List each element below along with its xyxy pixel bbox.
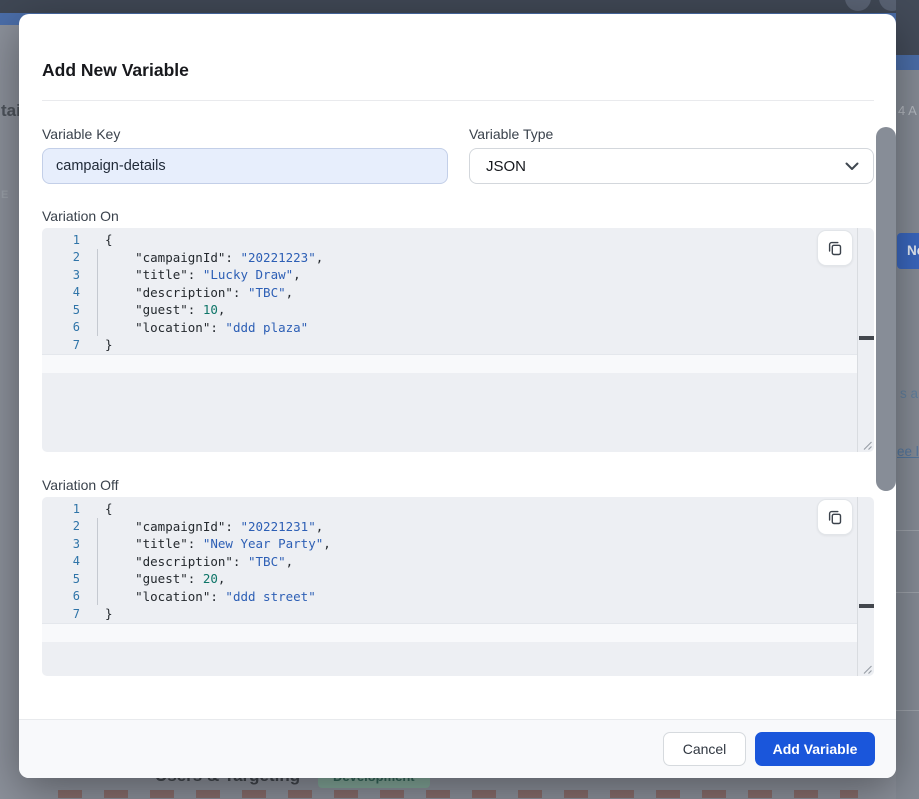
background-accent-strip-right xyxy=(896,55,919,70)
background-navbar-right xyxy=(896,0,919,55)
variable-key-input[interactable] xyxy=(42,148,448,184)
cancel-button[interactable]: Cancel xyxy=(663,732,746,766)
dialog-footer: Cancel Add Variable xyxy=(19,719,896,778)
resize-handle-icon[interactable] xyxy=(860,438,873,451)
editor-hscroll-area xyxy=(42,354,857,373)
line-number: 5 xyxy=(42,572,80,586)
add-new-variable-dialog: Add New Variable Variable Key Variable T… xyxy=(19,14,896,778)
line-number: 7 xyxy=(42,338,80,352)
code-line[interactable]: 6 "location": "ddd plaza" xyxy=(42,319,857,337)
line-number: 1 xyxy=(42,502,80,516)
background-page-title-fragment: tai xyxy=(1,101,21,121)
line-number: 2 xyxy=(42,519,80,533)
line-number: 1 xyxy=(42,233,80,247)
variable-type-selected-value: JSON xyxy=(486,158,526,175)
background-right-strip: 4 A Ne s a ee l xyxy=(896,0,919,799)
code-line[interactable]: 3 "title": "Lucky Draw", xyxy=(42,266,857,284)
divider xyxy=(42,100,874,101)
chevron-down-icon xyxy=(845,162,859,171)
background-text-fragment: s a xyxy=(900,386,918,401)
code-area[interactable]: 1{2 "campaignId": "20221231",3 "title": … xyxy=(42,500,857,623)
code-line[interactable]: 7} xyxy=(42,605,857,623)
editor-scrollbar-thumb[interactable] xyxy=(859,604,874,608)
code-line[interactable]: 4 "description": "TBC", xyxy=(42,284,857,302)
line-number: 7 xyxy=(42,607,80,621)
variation-off-label: Variation Off xyxy=(42,477,119,493)
editor-hscroll-area xyxy=(42,623,857,642)
editor-scrollbar-thumb[interactable] xyxy=(859,336,874,340)
background-navbar xyxy=(0,0,896,13)
code-line[interactable]: 5 "guest": 20, xyxy=(42,570,857,588)
line-number: 4 xyxy=(42,554,80,568)
screen: tai E Users & Targeting Development 4 A … xyxy=(0,0,919,799)
variation-off-editor[interactable]: 1{2 "campaignId": "20221231",3 "title": … xyxy=(42,497,874,676)
line-number: 4 xyxy=(42,285,80,299)
code-line[interactable]: 4 "description": "TBC", xyxy=(42,553,857,571)
code-line[interactable]: 7} xyxy=(42,336,857,354)
background-date-fragment: 4 A xyxy=(898,103,917,118)
code-line[interactable]: 6 "location": "ddd street" xyxy=(42,588,857,606)
variation-on-editor[interactable]: 1{2 "campaignId": "20221223",3 "title": … xyxy=(42,228,874,452)
background-row-divider xyxy=(896,592,919,593)
resize-handle-icon[interactable] xyxy=(860,662,873,675)
background-row-divider xyxy=(896,530,919,531)
line-number: 6 xyxy=(42,320,80,334)
code-line[interactable]: 3 "title": "New Year Party", xyxy=(42,535,857,553)
line-number: 2 xyxy=(42,250,80,264)
add-variable-button[interactable]: Add Variable xyxy=(755,732,875,766)
code-line[interactable]: 5 "guest": 10, xyxy=(42,301,857,319)
line-number: 3 xyxy=(42,537,80,551)
copy-icon xyxy=(827,509,843,525)
code-line[interactable]: 2 "campaignId": "20221223", xyxy=(42,249,857,267)
background-content-row xyxy=(58,790,858,798)
code-area[interactable]: 1{2 "campaignId": "20221223",3 "title": … xyxy=(42,231,857,354)
background-label-fragment: E xyxy=(1,189,8,201)
background-row-divider xyxy=(896,710,919,711)
line-number: 6 xyxy=(42,589,80,603)
code-line[interactable]: 1{ xyxy=(42,500,857,518)
copy-button[interactable] xyxy=(817,499,853,535)
copy-icon xyxy=(827,240,843,256)
code-line[interactable]: 2 "campaignId": "20221231", xyxy=(42,518,857,536)
dialog-title: Add New Variable xyxy=(42,60,189,81)
variable-key-label: Variable Key xyxy=(42,126,120,142)
code-line[interactable]: 1{ xyxy=(42,231,857,249)
copy-button[interactable] xyxy=(817,230,853,266)
background-link-fragment: ee l xyxy=(897,444,919,459)
variable-type-label: Variable Type xyxy=(469,126,553,142)
modal-scrollbar-thumb[interactable] xyxy=(876,127,896,491)
editor-scrollbar-track xyxy=(857,497,858,676)
editor-scrollbar-track xyxy=(857,228,858,452)
background-new-button-fragment: Ne xyxy=(897,233,919,269)
line-number: 3 xyxy=(42,268,80,282)
variable-type-select[interactable]: JSON xyxy=(469,148,874,184)
variation-on-label: Variation On xyxy=(42,208,119,224)
line-number: 5 xyxy=(42,303,80,317)
